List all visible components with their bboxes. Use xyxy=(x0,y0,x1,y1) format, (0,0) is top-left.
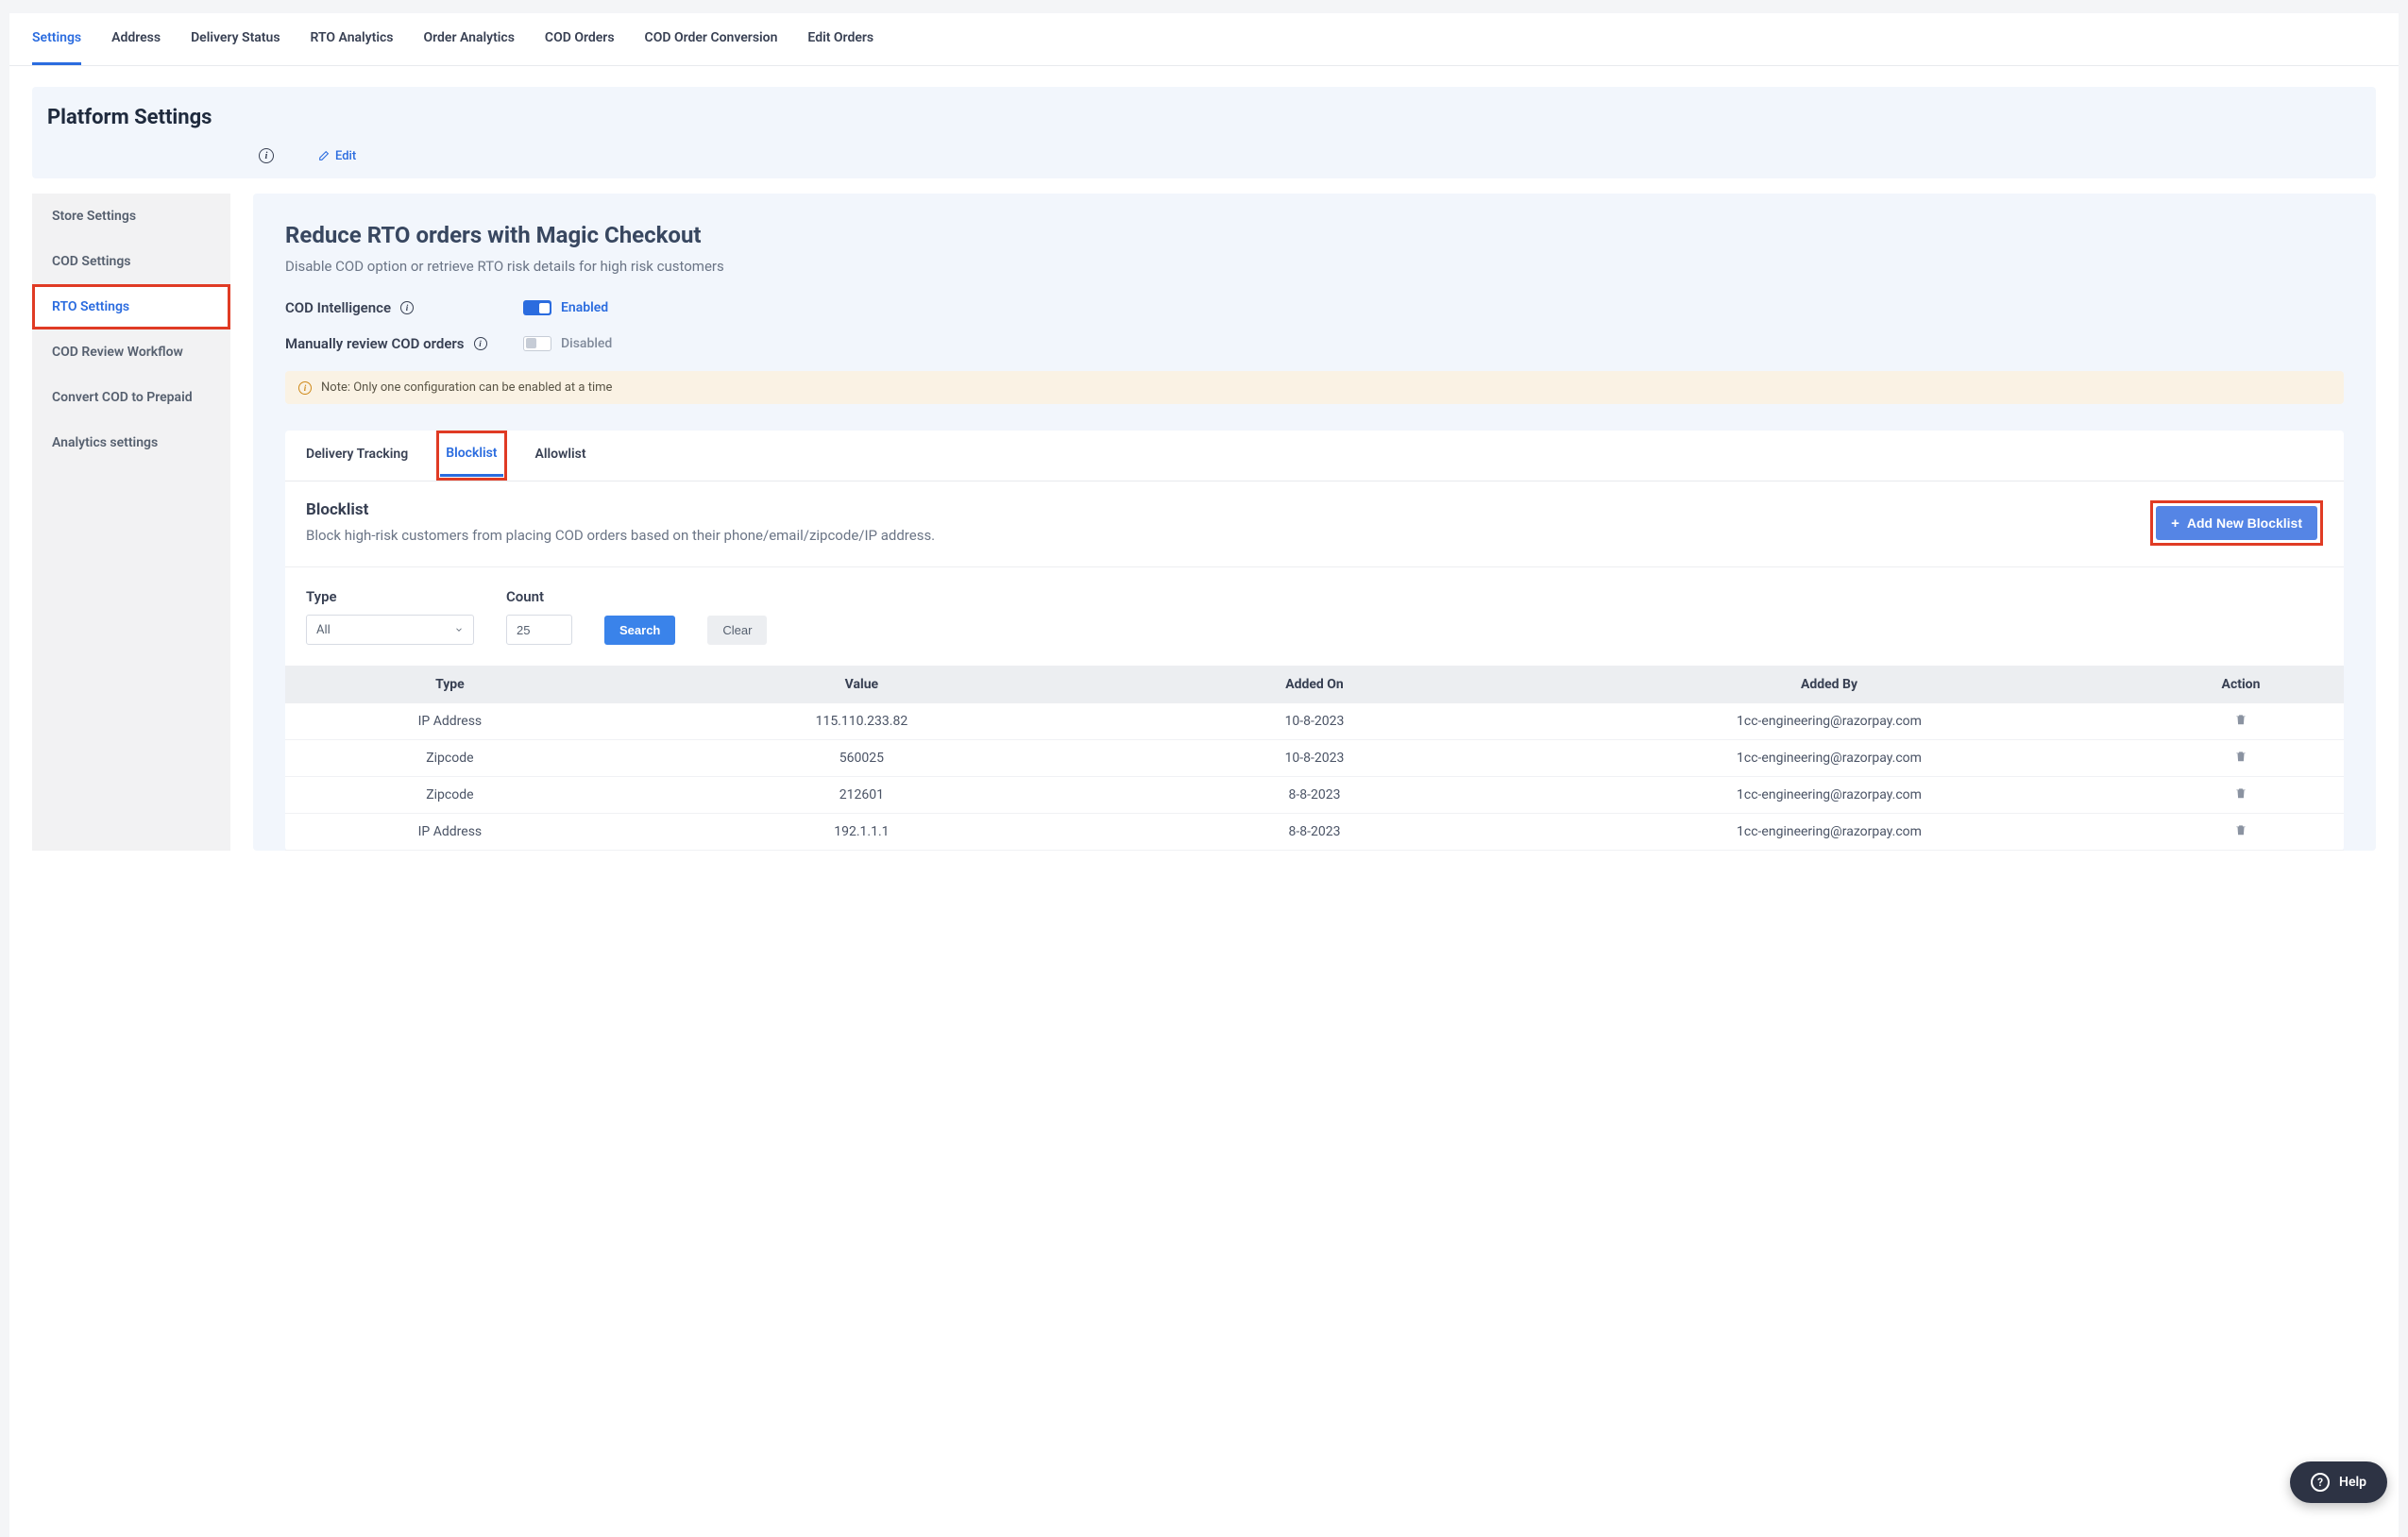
cell-action xyxy=(2138,777,2344,814)
warning-icon: i xyxy=(298,381,312,395)
blocklist-table: Type Value Added On Added By Action IP A… xyxy=(285,666,2344,851)
tab-settings[interactable]: Settings xyxy=(32,13,81,65)
cell-type: Zipcode xyxy=(285,777,615,814)
top-tabs: Settings Address Delivery Status RTO Ana… xyxy=(9,13,2399,66)
cell-added-on: 8-8-2023 xyxy=(1109,777,1520,814)
manual-review-toggle[interactable] xyxy=(523,336,551,351)
trash-icon[interactable] xyxy=(2234,713,2247,726)
cell-type: IP Address xyxy=(285,814,615,851)
main-content: Reduce RTO orders with Magic Checkout Di… xyxy=(230,194,2399,851)
th-value: Value xyxy=(615,666,1109,703)
table-row: Zipcode56002510-8-20231cc-engineering@ra… xyxy=(285,740,2344,777)
type-select[interactable]: All xyxy=(306,615,474,645)
tab-cod-orders[interactable]: COD Orders xyxy=(545,13,615,65)
cell-added-by: 1cc-engineering@razorpay.com xyxy=(1520,777,2138,814)
cell-added-on: 10-8-2023 xyxy=(1109,703,1520,740)
tab-delivery-status[interactable]: Delivery Status xyxy=(191,13,280,65)
cell-action xyxy=(2138,703,2344,740)
sidebar-item-rto-settings[interactable]: RTO Settings xyxy=(32,284,230,329)
cod-intelligence-toggle[interactable] xyxy=(523,300,551,315)
cell-added-by: 1cc-engineering@razorpay.com xyxy=(1520,703,2138,740)
th-added-by: Added By xyxy=(1520,666,2138,703)
card-subtitle: Disable COD option or retrieve RTO risk … xyxy=(285,258,2344,275)
blocklist-panel: Delivery Tracking Blocklist Allowlist Bl… xyxy=(285,431,2344,851)
sidebar: Store Settings COD Settings RTO Settings… xyxy=(32,194,230,851)
help-button[interactable]: ? Help xyxy=(2290,1461,2387,1503)
help-label: Help xyxy=(2339,1475,2366,1490)
edit-label: Edit xyxy=(335,149,356,163)
tab-edit-orders[interactable]: Edit Orders xyxy=(807,13,873,65)
cell-value: 192.1.1.1 xyxy=(615,814,1109,851)
card-title: Reduce RTO orders with Magic Checkout xyxy=(285,222,2344,248)
add-btn-label: Add New Blocklist xyxy=(2187,515,2302,531)
sidebar-item-convert-cod-to-prepaid[interactable]: Convert COD to Prepaid xyxy=(32,375,230,420)
sidebar-item-analytics-settings[interactable]: Analytics settings xyxy=(32,420,230,465)
inner-tab-allowlist[interactable]: Allowlist xyxy=(535,431,586,481)
info-icon[interactable]: i xyxy=(474,337,487,350)
add-new-blocklist-button[interactable]: + Add New Blocklist xyxy=(2156,506,2317,540)
table-row: IP Address115.110.233.8210-8-20231cc-eng… xyxy=(285,703,2344,740)
inner-tab-blocklist[interactable]: Blocklist xyxy=(440,432,502,477)
sidebar-item-store-settings[interactable]: Store Settings xyxy=(32,194,230,239)
info-icon[interactable]: i xyxy=(259,148,274,163)
cell-value: 115.110.233.82 xyxy=(615,703,1109,740)
cell-added-by: 1cc-engineering@razorpay.com xyxy=(1520,814,2138,851)
tab-rto-analytics[interactable]: RTO Analytics xyxy=(311,13,394,65)
tab-address[interactable]: Address xyxy=(111,13,161,65)
cell-added-by: 1cc-engineering@razorpay.com xyxy=(1520,740,2138,777)
page-title: Platform Settings xyxy=(47,106,2361,129)
cell-value: 212601 xyxy=(615,777,1109,814)
type-label: Type xyxy=(306,588,474,605)
count-label: Count xyxy=(506,588,572,605)
tab-cod-order-conversion[interactable]: COD Order Conversion xyxy=(645,13,778,65)
trash-icon[interactable] xyxy=(2234,786,2247,800)
cod-intelligence-status: Enabled xyxy=(561,300,608,315)
rto-card: Reduce RTO orders with Magic Checkout Di… xyxy=(253,194,2376,851)
manual-review-label: Manually review COD orders xyxy=(285,335,465,352)
th-type: Type xyxy=(285,666,615,703)
search-button[interactable]: Search xyxy=(604,616,675,645)
th-action: Action xyxy=(2138,666,2344,703)
help-icon: ? xyxy=(2311,1473,2330,1492)
note-banner: i Note: Only one configuration can be en… xyxy=(285,371,2344,404)
section-title: Blocklist xyxy=(306,500,935,519)
clear-button[interactable]: Clear xyxy=(707,616,767,645)
tab-order-analytics[interactable]: Order Analytics xyxy=(423,13,514,65)
cell-added-on: 10-8-2023 xyxy=(1109,740,1520,777)
plus-icon: + xyxy=(2171,516,2179,531)
chevron-down-icon xyxy=(454,625,464,634)
cod-intelligence-label: COD Intelligence xyxy=(285,299,391,316)
info-icon[interactable]: i xyxy=(400,301,414,314)
inner-tab-delivery-tracking[interactable]: Delivery Tracking xyxy=(306,431,408,481)
cell-action xyxy=(2138,814,2344,851)
trash-icon[interactable] xyxy=(2234,823,2247,836)
count-input[interactable] xyxy=(506,615,572,645)
manual-review-status: Disabled xyxy=(561,336,612,351)
sidebar-item-cod-settings[interactable]: COD Settings xyxy=(32,239,230,284)
edit-button[interactable]: Edit xyxy=(317,149,356,163)
cell-type: Zipcode xyxy=(285,740,615,777)
edit-icon xyxy=(317,150,330,162)
inner-tabs: Delivery Tracking Blocklist Allowlist xyxy=(285,431,2344,481)
sidebar-item-cod-review-workflow[interactable]: COD Review Workflow xyxy=(32,329,230,375)
trash-icon[interactable] xyxy=(2234,750,2247,763)
cell-value: 560025 xyxy=(615,740,1109,777)
type-value: All xyxy=(316,623,331,637)
cell-added-on: 8-8-2023 xyxy=(1109,814,1520,851)
note-text: Note: Only one configuration can be enab… xyxy=(321,380,612,395)
cell-type: IP Address xyxy=(285,703,615,740)
th-added-on: Added On xyxy=(1109,666,1520,703)
platform-settings-header: Platform Settings i Edit xyxy=(32,87,2376,178)
section-desc: Block high-risk customers from placing C… xyxy=(306,527,935,544)
table-row: Zipcode2126018-8-20231cc-engineering@raz… xyxy=(285,777,2344,814)
table-row: IP Address192.1.1.18-8-20231cc-engineeri… xyxy=(285,814,2344,851)
cell-action xyxy=(2138,740,2344,777)
